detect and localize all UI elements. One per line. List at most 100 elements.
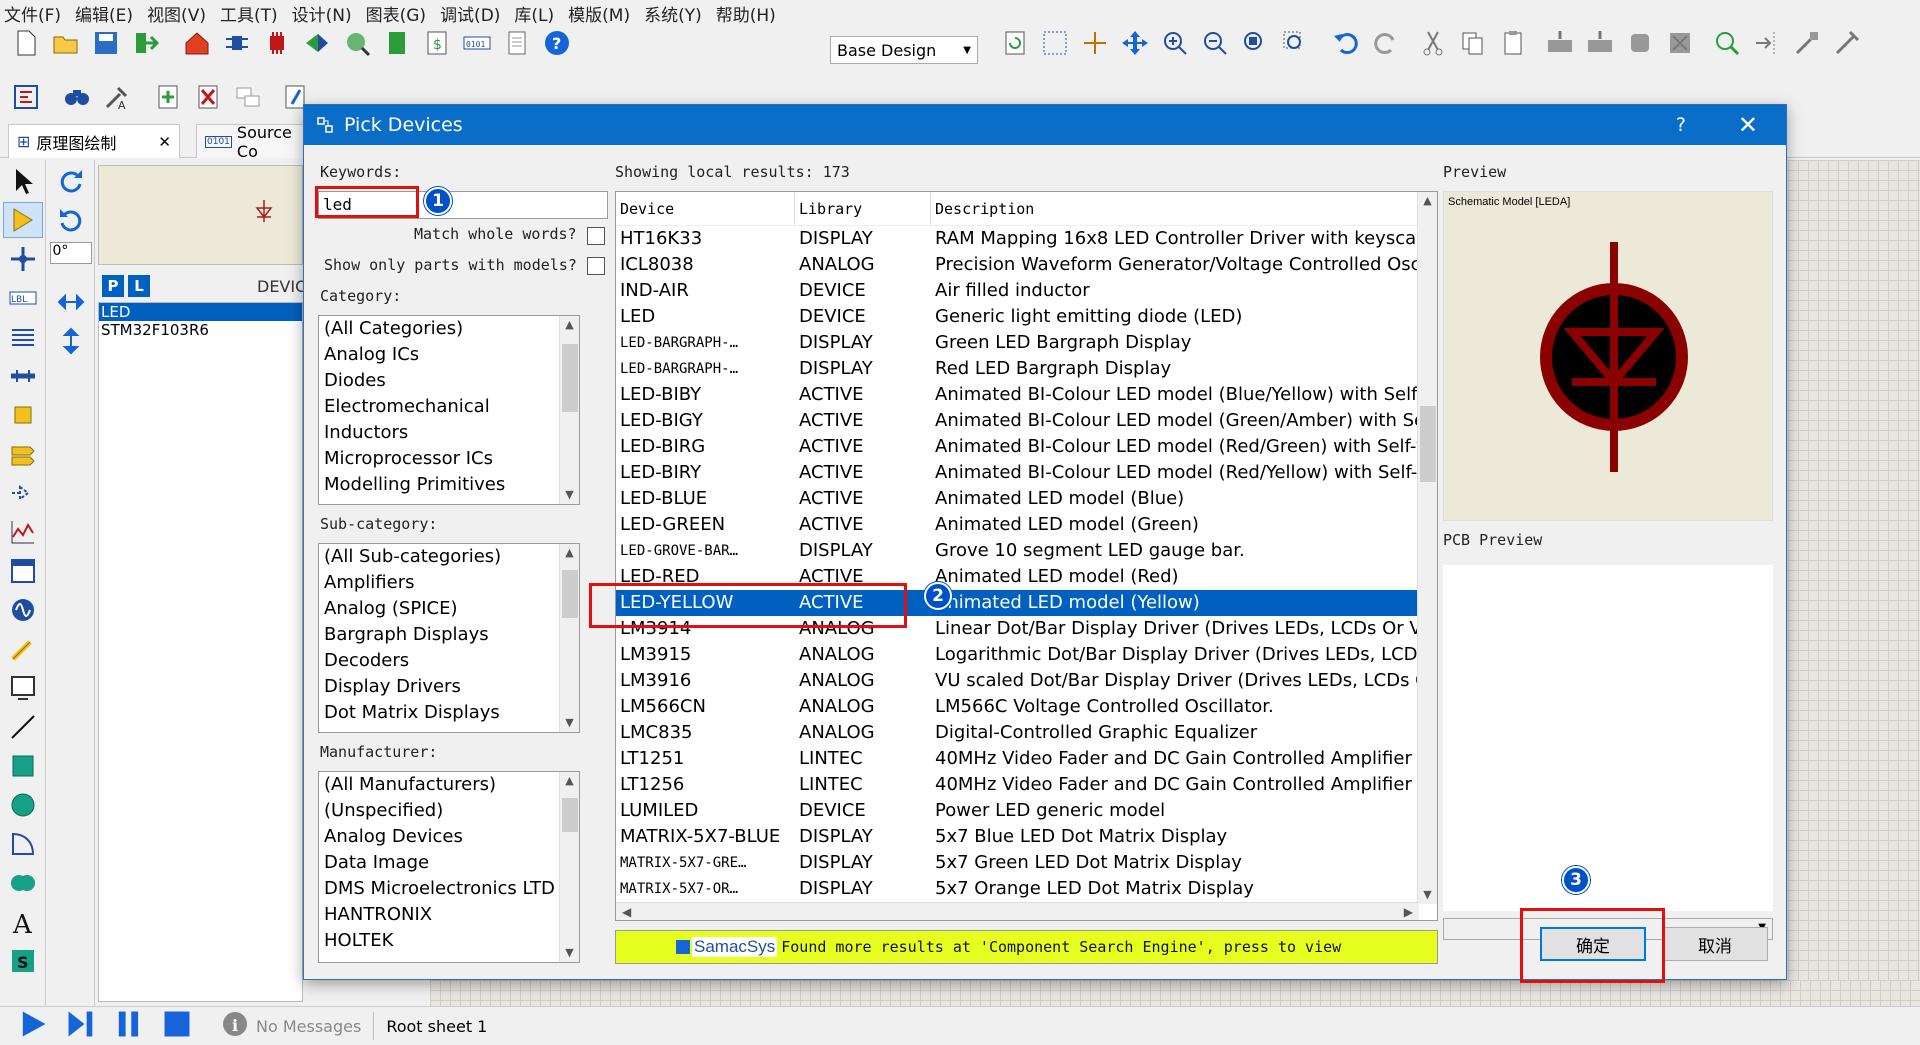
- zoom-area-icon[interactable]: [1278, 26, 1312, 60]
- cut-icon[interactable]: [1416, 26, 1450, 60]
- subcategory-item[interactable]: Analog (SPICE): [319, 596, 579, 622]
- rotate-cw-icon[interactable]: [51, 163, 91, 199]
- scroll-left-icon[interactable]: ◀: [622, 905, 631, 919]
- bus-icon[interactable]: [3, 358, 43, 394]
- rotate-ccw-icon[interactable]: [51, 202, 91, 238]
- bom-icon[interactable]: [380, 26, 414, 60]
- category-item[interactable]: Modelling Primitives: [319, 472, 579, 498]
- manufacturer-item[interactable]: Data Image: [319, 850, 579, 876]
- paste-icon[interactable]: [1496, 26, 1530, 60]
- column-library[interactable]: Library: [795, 192, 931, 225]
- generator-icon[interactable]: [3, 592, 43, 628]
- symbol-icon[interactable]: S: [3, 943, 43, 979]
- arc-icon[interactable]: [3, 826, 43, 862]
- home-icon[interactable]: [180, 26, 214, 60]
- gerber-viewer-icon[interactable]: [340, 26, 374, 60]
- mirror-vertical-icon[interactable]: [51, 323, 91, 359]
- text-script-icon[interactable]: [3, 319, 43, 355]
- pan-icon[interactable]: [1118, 26, 1152, 60]
- manufacturer-item[interactable]: HOLTEK: [319, 928, 579, 954]
- result-row[interactable]: LED-BARGRAPH-… DISPLAY Green LED Bargraph …: [616, 330, 1437, 356]
- step-button[interactable]: [64, 1007, 98, 1045]
- block-move-icon[interactable]: [1583, 26, 1617, 60]
- subcategory-item[interactable]: Decoders: [319, 648, 579, 674]
- tab-schematic[interactable]: ⊞ 原理图绘制 ✕: [8, 124, 180, 158]
- result-row[interactable]: LED-BIBY ACTIVE Animated BI-Colour LED mod…: [616, 382, 1437, 408]
- search-component-icon[interactable]: [1710, 26, 1744, 60]
- redo-icon[interactable]: [1369, 26, 1403, 60]
- save-icon[interactable]: [89, 26, 123, 60]
- subcategory-scrollbar[interactable]: ▲ ▼: [559, 544, 579, 732]
- 3d-viewer-icon[interactable]: [300, 26, 334, 60]
- results-vscrollbar[interactable]: ▲ ▼: [1417, 192, 1437, 904]
- subcategory-item[interactable]: Amplifiers: [319, 570, 579, 596]
- result-row[interactable]: MATRIX-5X7-OR… DISPLAY 5x7 Orange LED Dot …: [616, 876, 1437, 902]
- new-sheet-icon[interactable]: [151, 80, 185, 114]
- property-assign-icon[interactable]: [9, 80, 43, 114]
- device-list-item[interactable]: STM32F103R6: [99, 321, 302, 339]
- result-row[interactable]: HT16K33 DISPLAY RAM Mapping 16x8 LED Contr…: [616, 226, 1437, 252]
- result-row[interactable]: LED-BIRY ACTIVE Animated BI-Colour LED mod…: [616, 460, 1437, 486]
- result-row[interactable]: MATRIX-5X7-GRE… DISPLAY 5x7 Green LED Dot …: [616, 850, 1437, 876]
- menu-item[interactable]: 帮助(H): [716, 1, 776, 26]
- component-mode-icon[interactable]: [2, 202, 43, 238]
- make-device-icon[interactable]: [1750, 26, 1784, 60]
- cost-icon[interactable]: $: [420, 26, 454, 60]
- binary-icon[interactable]: 0101: [460, 26, 494, 60]
- category-item[interactable]: Microprocessor ICs: [319, 446, 579, 472]
- result-row[interactable]: LMC835 ANALOG Digital-Controlled Graphic E…: [616, 720, 1437, 746]
- column-device[interactable]: Device: [616, 192, 795, 225]
- tab-source-code[interactable]: 0101 Source Co: [196, 124, 306, 158]
- show-only-models-checkbox[interactable]: [587, 257, 605, 275]
- result-row[interactable]: LED-BLUE ACTIVE Animated LED model (Blue): [616, 486, 1437, 512]
- play-button[interactable]: [16, 1007, 50, 1045]
- cancel-button[interactable]: 取消: [1662, 927, 1768, 961]
- box-icon[interactable]: [3, 748, 43, 784]
- result-row[interactable]: LED DEVICE Generic light emitting diode (L…: [616, 304, 1437, 330]
- subcategory-item[interactable]: Dot Matrix Displays: [319, 700, 579, 726]
- result-row[interactable]: LED-BIGY ACTIVE Animated BI-Colour LED mod…: [616, 408, 1437, 434]
- category-item[interactable]: Inductors: [319, 420, 579, 446]
- tape-recorder-icon[interactable]: [3, 553, 43, 589]
- component-search-banner[interactable]: SamacSys Found more results at 'Componen…: [615, 930, 1438, 964]
- manufacturer-item[interactable]: Analog Devices: [319, 824, 579, 850]
- rotation-input[interactable]: 0°: [49, 242, 92, 264]
- result-row[interactable]: LM3916 ANALOG VU scaled Dot/Bar Display Dr…: [616, 668, 1437, 694]
- graph-icon[interactable]: [3, 514, 43, 550]
- packaging-tool-icon[interactable]: [1790, 26, 1824, 60]
- result-row[interactable]: IND-AIR DEVICE Air filled inductor: [616, 278, 1437, 304]
- subcategory-item[interactable]: (All Sub-categories): [319, 544, 579, 570]
- schematic-icon[interactable]: [220, 26, 254, 60]
- messages-status[interactable]: No Messages: [256, 1017, 361, 1036]
- result-row[interactable]: LED-BIRG ACTIVE Animated BI-Colour LED mod…: [616, 434, 1437, 460]
- menu-item[interactable]: 系统(Y): [644, 1, 702, 26]
- category-scrollbar[interactable]: ▲ ▼: [559, 316, 579, 504]
- result-row[interactable]: LM566CN ANALOG LM566C Voltage Controlled O…: [616, 694, 1437, 720]
- decompose-icon[interactable]: [1830, 26, 1864, 60]
- junction-icon[interactable]: [3, 241, 43, 277]
- manufacturer-item[interactable]: DMS Microelectronics LTD: [319, 876, 579, 902]
- menu-item[interactable]: 模版(M): [568, 1, 630, 26]
- circle-icon[interactable]: [3, 787, 43, 823]
- terminal-icon[interactable]: [3, 436, 43, 472]
- device-pin-icon[interactable]: [3, 475, 43, 511]
- dialog-help-button[interactable]: ?: [1676, 114, 1686, 136]
- result-row[interactable]: LED-GROVE-BAR… DISPLAY Grove 10 segment LE…: [616, 538, 1437, 564]
- subcategory-item[interactable]: Display Drivers: [319, 674, 579, 700]
- results-hscrollbar[interactable]: ◀ ▶: [616, 902, 1419, 920]
- manufacturer-item[interactable]: (Unspecified): [319, 798, 579, 824]
- import-icon[interactable]: [129, 26, 163, 60]
- line-icon[interactable]: [3, 709, 43, 745]
- result-row[interactable]: MATRIX-5X7-BLUE DISPLAY 5x7 Blue LED Dot M…: [616, 824, 1437, 850]
- delete-sheet-icon[interactable]: [191, 80, 225, 114]
- wire-label-icon[interactable]: LBL: [3, 280, 43, 316]
- library-button[interactable]: L: [128, 275, 150, 297]
- result-row[interactable]: LED-BARGRAPH-… DISPLAY Red LED Bargraph Di…: [616, 356, 1437, 382]
- result-row[interactable]: LT1251 LINTEC 40MHz Video Fader and DC Gai…: [616, 746, 1437, 772]
- pause-button[interactable]: [112, 1007, 146, 1045]
- result-row[interactable]: LM3915 ANALOG Logarithmic Dot/Bar Display …: [616, 642, 1437, 668]
- mirror-horizontal-icon[interactable]: [51, 284, 91, 320]
- block-rotate-icon[interactable]: [1623, 26, 1657, 60]
- device-list-item[interactable]: LED: [99, 303, 302, 321]
- help-icon[interactable]: ?: [540, 26, 574, 60]
